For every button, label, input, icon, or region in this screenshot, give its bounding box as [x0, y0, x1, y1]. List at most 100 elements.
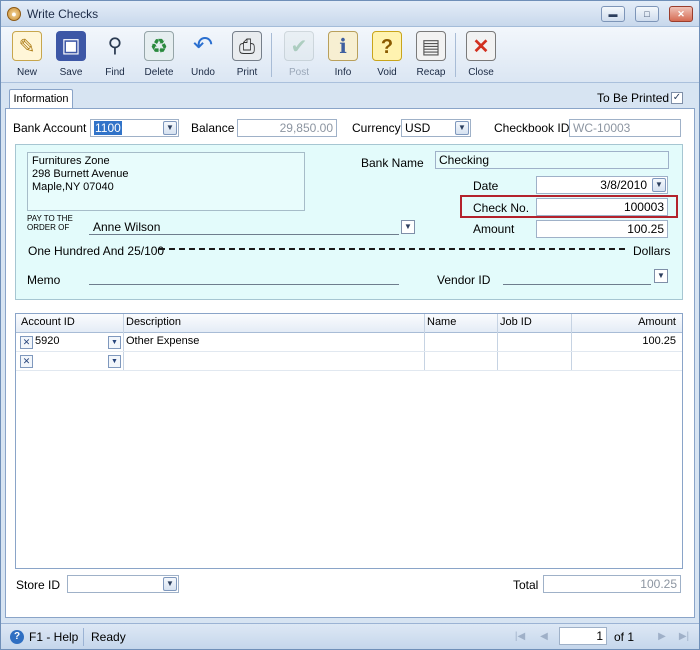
column-header-account-id[interactable]: Account ID [21, 316, 75, 328]
close-button[interactable]: ✕ Close [459, 29, 503, 81]
address-line: 298 Burnett Avenue [32, 168, 129, 180]
find-button[interactable]: ⚲ Find [93, 29, 137, 81]
balance-label: Balance [191, 121, 235, 135]
chevron-down-icon[interactable]: ▼ [163, 121, 177, 135]
help-icon[interactable]: ? [10, 630, 24, 644]
payee-line [89, 234, 399, 235]
undo-button[interactable]: ↶ Undo [181, 29, 225, 81]
close-window-icon: ✕ [466, 31, 496, 61]
chevron-down-icon[interactable]: ▼ [108, 355, 121, 368]
bank-account-value: 1100 [94, 121, 122, 135]
pay-to-label-line: ORDER OF [27, 223, 70, 232]
chevron-down-icon[interactable]: ▼ [455, 121, 469, 135]
chevron-down-icon[interactable]: ▼ [654, 269, 668, 283]
checkbook-id-label: Checkbook ID [494, 121, 570, 135]
column-header-amount[interactable]: Amount [638, 316, 676, 328]
chevron-down-icon[interactable]: ▼ [163, 577, 177, 591]
total-field: 100.25 [543, 575, 681, 593]
date-value: 3/8/2010 [600, 178, 647, 192]
pay-to-label: PAY TO THE ORDER OF [27, 214, 73, 232]
bank-name-label: Bank Name [361, 156, 424, 170]
toolbar: ✎ New ▣ Save ⚲ Find ♻ Delete ↶ Undo ⎙ Pr… [1, 27, 699, 83]
status-divider [83, 628, 84, 646]
check-no-label: Check No. [473, 201, 530, 215]
toolbar-separator [271, 33, 272, 77]
previous-page-icon[interactable]: ◀ [537, 630, 551, 644]
printer-icon: ⎙ [232, 31, 262, 61]
bank-name-field: Checking [435, 151, 669, 169]
chevron-down-icon[interactable]: ▼ [108, 336, 121, 349]
recycle-bin-icon: ♻ [144, 31, 174, 61]
check-no-field[interactable]: 100003 [536, 198, 668, 216]
new-button[interactable]: ✎ New [5, 29, 49, 81]
account-id-cell[interactable]: 5920 [35, 335, 59, 347]
amount-label: Amount [473, 222, 515, 236]
store-id-label: Store ID [16, 578, 61, 592]
amount-cell[interactable]: 100.25 [642, 335, 676, 347]
amount-in-words: One Hundred And 25/100 [28, 244, 165, 258]
save-button[interactable]: ▣ Save [49, 29, 93, 81]
pay-to-label-line: PAY TO THE [27, 214, 73, 223]
app-icon: ● [7, 7, 21, 21]
save-disk-icon: ▣ [56, 31, 86, 61]
help-label[interactable]: F1 - Help [29, 630, 78, 644]
date-field[interactable]: 3/8/2010 ▼ [536, 176, 668, 194]
table-row[interactable]: ✕ 5920 ▼ Other Expense 100.25 [16, 333, 682, 352]
first-page-icon[interactable]: |◀ [513, 630, 527, 644]
close-icon[interactable]: ✕ [669, 6, 693, 22]
info-button[interactable]: ℹ Info [321, 29, 365, 81]
maximize-icon[interactable]: □ [635, 6, 659, 22]
delete-row-icon[interactable]: ✕ [20, 336, 33, 349]
void-question-icon: ? [372, 31, 402, 61]
currency-value: USD [405, 121, 431, 135]
bank-account-label: Bank Account [13, 121, 87, 135]
to-be-printed-label: To Be Printed [597, 91, 670, 105]
write-checks-window: ● Write Checks ▬ □ ✕ ✎ New ▣ Save ⚲ Find… [0, 0, 700, 650]
tab-information[interactable]: Information [9, 89, 73, 109]
minimize-icon[interactable]: ▬ [601, 6, 625, 22]
column-header-job-id[interactable]: Job ID [500, 316, 532, 328]
last-page-icon[interactable]: ▶| [677, 630, 691, 644]
dollars-label: Dollars [633, 244, 671, 258]
currency-label: Currency [352, 121, 401, 135]
payee-address[interactable]: Furnitures Zone 298 Burnett Avenue Maple… [27, 152, 305, 211]
post-button[interactable]: ✔ Post [277, 29, 321, 81]
currency-select[interactable]: USD ▼ [401, 119, 471, 137]
next-page-icon[interactable]: ▶ [655, 630, 669, 644]
description-cell[interactable]: Other Expense [126, 335, 199, 347]
payee-name[interactable]: Anne Wilson [93, 220, 160, 234]
toolbar-separator [455, 33, 456, 77]
binoculars-icon: ⚲ [107, 35, 123, 57]
grid-header: Account ID Description Name Job ID Amoun… [16, 314, 682, 333]
column-header-name[interactable]: Name [427, 316, 456, 328]
amount-field[interactable]: 100.25 [536, 220, 668, 238]
vendor-id-line[interactable] [503, 284, 651, 285]
bank-account-select[interactable]: 1100 ▼ [90, 119, 179, 137]
title-bar: ● Write Checks ▬ □ ✕ [1, 1, 699, 27]
memo-label: Memo [27, 273, 61, 287]
calendar-dropdown-icon[interactable]: ▼ [652, 178, 666, 192]
new-document-icon: ✎ [12, 31, 42, 61]
status-text: Ready [91, 630, 126, 644]
void-button[interactable]: ? Void [365, 29, 409, 81]
chevron-down-icon[interactable]: ▼ [401, 220, 415, 234]
balance-field: 29,850.00 [237, 119, 337, 137]
page-number-input[interactable]: 1 [559, 627, 607, 645]
vendor-id-label: Vendor ID [437, 273, 491, 287]
to-be-printed-checkbox[interactable]: ✓ [671, 92, 683, 104]
column-header-description[interactable]: Description [126, 316, 181, 328]
window-title: Write Checks [27, 7, 99, 21]
delete-button[interactable]: ♻ Delete [137, 29, 181, 81]
undo-arrow-icon: ↶ [192, 32, 214, 59]
info-icon: ℹ [328, 31, 358, 61]
store-id-select[interactable]: ▼ [67, 575, 179, 593]
memo-line[interactable] [89, 284, 399, 285]
checkbook-id-field: WC-10003 [569, 119, 681, 137]
print-button[interactable]: ⎙ Print [225, 29, 269, 81]
address-line: Maple,NY 07040 [32, 181, 114, 193]
recap-button[interactable]: ▤ Recap [409, 29, 453, 81]
total-label: Total [513, 578, 539, 592]
table-row[interactable]: ✕ ▼ [16, 352, 682, 371]
delete-row-icon[interactable]: ✕ [20, 355, 33, 368]
date-label: Date [473, 179, 499, 193]
